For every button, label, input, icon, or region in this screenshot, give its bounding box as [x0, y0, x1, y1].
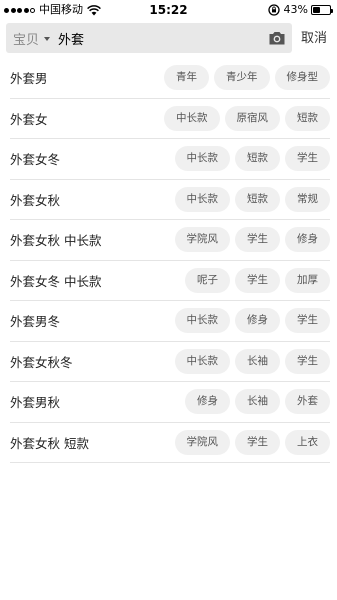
suggestion-tags: 中长款 修身 学生	[174, 308, 330, 334]
suggestion-row[interactable]: 外套男冬 中长款 修身 学生	[10, 301, 330, 342]
suggestion-tag[interactable]: 修身	[185, 389, 230, 415]
suggestion-term[interactable]: 外套女秋	[10, 190, 60, 209]
status-bar: 中国移动 15:22 43%	[0, 0, 337, 20]
suggestion-term[interactable]: 外套男	[10, 68, 48, 87]
suggestion-term[interactable]: 外套女	[10, 109, 48, 128]
suggestion-row[interactable]: 外套男秋 修身 长袖 外套	[10, 382, 330, 423]
suggestion-list: 外套男 青年 青少年 修身型 外套女 中长款 原宿风 短款 外套女冬 中长款 短款 学生 外套女秋 中长款…	[10, 58, 330, 463]
suggestion-tags: 中长款 短款 学生	[174, 146, 330, 172]
suggestion-tag[interactable]: 修身	[235, 308, 280, 334]
suggestion-tag[interactable]: 学生	[235, 267, 280, 293]
suggestion-tag[interactable]: 学院风	[174, 227, 230, 253]
suggestion-tag[interactable]: 长袖	[235, 389, 280, 415]
suggestion-term[interactable]: 外套女秋冬	[10, 352, 73, 371]
search-input[interactable]: 外套	[58, 29, 268, 48]
suggestion-tag[interactable]: 青少年	[214, 65, 270, 91]
suggestion-tag[interactable]: 短款	[235, 146, 280, 172]
suggestion-row[interactable]: 外套女秋 中长款 学院风 学生 修身	[10, 220, 330, 261]
suggestion-tags: 学院风 学生 上衣	[174, 429, 330, 455]
suggestion-tag[interactable]: 学生	[235, 429, 280, 455]
camera-icon[interactable]	[268, 30, 286, 46]
suggestion-row[interactable]: 外套女秋冬 中长款 长袖 学生	[10, 342, 330, 382]
suggestion-tag[interactable]: 中长款	[174, 146, 230, 172]
suggestion-row[interactable]: 外套男 青年 青少年 修身型	[10, 58, 330, 99]
rotation-lock-icon	[267, 4, 280, 16]
suggestion-tag[interactable]: 短款	[285, 105, 330, 131]
suggestion-term[interactable]: 外套女冬 中长款	[10, 271, 101, 290]
suggestion-term[interactable]: 外套女冬	[10, 149, 60, 168]
suggestion-tag[interactable]: 长袖	[235, 348, 280, 374]
search-header: 宝贝 外套 取消	[0, 20, 337, 58]
suggestion-tag[interactable]: 学生	[285, 348, 330, 374]
suggestion-tag[interactable]: 加厚	[285, 267, 330, 293]
suggestion-tag[interactable]: 短款	[235, 186, 280, 212]
suggestion-term[interactable]: 外套男冬	[10, 311, 60, 330]
battery-icon	[311, 5, 333, 15]
suggestion-tag[interactable]: 上衣	[285, 429, 330, 455]
suggestion-term[interactable]: 外套女秋 短款	[10, 433, 89, 452]
battery-percent: 43%	[283, 3, 308, 16]
suggestion-tags: 中长款 长袖 学生	[174, 348, 330, 374]
suggestion-tags: 中长款 短款 常规	[174, 186, 330, 212]
suggestion-tag[interactable]: 修身型	[274, 65, 330, 91]
suggestion-row[interactable]: 外套女秋 中长款 短款 常规	[10, 180, 330, 220]
suggestion-tags: 中长款 原宿风 短款	[164, 105, 330, 131]
suggestion-row[interactable]: 外套女冬 中长款 呢子 学生 加厚	[10, 261, 330, 301]
suggestion-tag[interactable]: 学生	[285, 146, 330, 172]
suggestion-tag[interactable]: 原宿风	[224, 105, 280, 131]
suggestion-tags: 学院风 学生 修身	[174, 227, 330, 253]
suggestion-row[interactable]: 外套女秋 短款 学院风 学生 上衣	[10, 423, 330, 463]
suggestion-tag[interactable]: 修身	[285, 227, 330, 253]
suggestion-tag[interactable]: 呢子	[185, 267, 230, 293]
status-right: 43%	[267, 3, 333, 17]
suggestion-tags: 修身 长袖 外套	[185, 389, 330, 415]
suggestion-tag[interactable]: 学院风	[174, 429, 230, 455]
suggestion-tag[interactable]: 学生	[285, 308, 330, 334]
battery-fill	[313, 7, 320, 13]
suggestion-tag[interactable]: 青年	[164, 65, 209, 91]
suggestion-tag[interactable]: 常规	[285, 186, 330, 212]
search-scope-label: 宝贝	[13, 32, 40, 48]
suggestion-tag[interactable]: 中长款	[174, 308, 230, 334]
suggestion-tag[interactable]: 中长款	[174, 186, 230, 212]
suggestion-tag[interactable]: 学生	[235, 227, 280, 253]
caret-down-icon	[44, 36, 51, 41]
suggestion-term[interactable]: 外套女秋 中长款	[10, 230, 101, 249]
suggestion-term[interactable]: 外套男秋	[10, 392, 60, 411]
suggestion-tag[interactable]: 中长款	[164, 105, 220, 131]
suggestion-tags: 青年 青少年 修身型	[164, 65, 330, 91]
search-scope-dropdown[interactable]: 宝贝	[6, 29, 51, 48]
cancel-button[interactable]: 取消	[301, 30, 327, 48]
suggestion-row[interactable]: 外套女冬 中长款 短款 学生	[10, 139, 330, 180]
suggestion-tag[interactable]: 中长款	[174, 348, 230, 374]
search-box[interactable]: 宝贝 外套	[6, 23, 292, 53]
suggestion-tags: 呢子 学生 加厚	[185, 267, 330, 293]
suggestion-row[interactable]: 外套女 中长款 原宿风 短款	[10, 99, 330, 139]
suggestion-tag[interactable]: 外套	[285, 389, 330, 415]
